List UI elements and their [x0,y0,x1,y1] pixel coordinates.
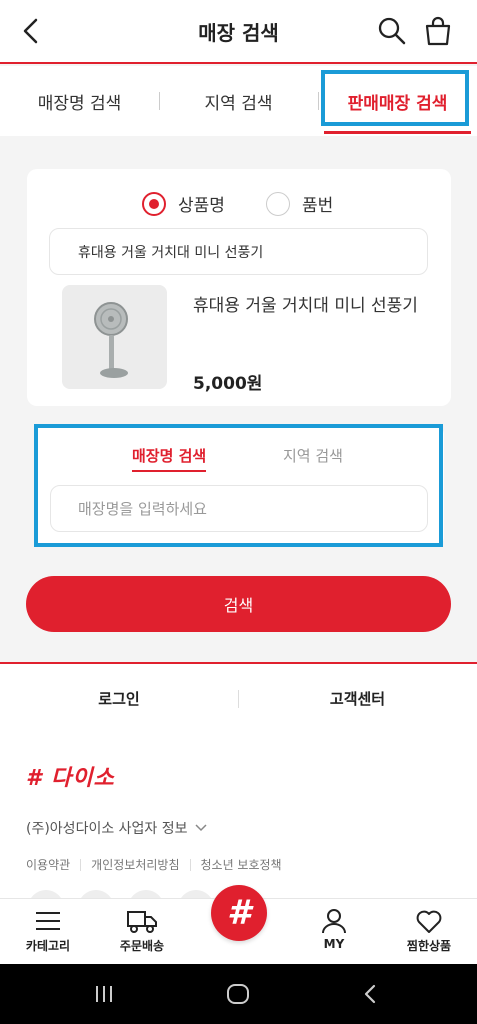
back-icon[interactable] [360,982,380,1006]
daiso-logo: # 다이소 [26,766,115,791]
mini-fan-image [94,302,128,378]
heart-icon [416,910,442,933]
privacy-policy-link[interactable]: 개인정보처리방침 [91,856,179,873]
youth-policy-link[interactable]: 청소년 보호정책 [201,856,282,873]
tab-label: 지역 검색 [204,93,273,114]
radio-label: 상품명 [178,196,225,216]
tab-store-name-search[interactable]: 매장명 검색 [0,66,159,136]
radio-label: 품번 [302,196,334,216]
system-nav-bar [0,964,477,1024]
search-type-tabs: 매장명 검색 지역 검색 판매매장 검색 [0,66,477,136]
shopping-bag-icon[interactable] [421,14,455,48]
tab-label: 매장명 검색 [37,93,122,114]
subtab-label: 지역 검색 [283,447,343,465]
tab-region-search[interactable]: 지역 검색 [159,66,318,136]
subtab-region-search[interactable]: 지역 검색 [283,445,343,466]
nav-label: MY [323,937,345,951]
product-image [62,285,167,389]
nav-label: 찜한상품 [406,939,452,953]
tab-divider [159,92,160,110]
product-name-input[interactable]: 휴대용 거울 거치대 미니 선풍기 [49,228,428,275]
search-mode-radios: 상품명 품번 [27,189,451,219]
tab-selling-store-search[interactable]: 판매매장 검색 [318,66,477,136]
nav-label: 카테고리 [25,939,71,953]
product-price: 5,000원 [193,374,263,394]
footer-links: 로그인 고객센터 [0,662,477,732]
login-link[interactable]: 로그인 [0,664,238,732]
person-icon [322,909,346,934]
nav-category[interactable]: 카테고리 [8,899,88,965]
product-name: 휴대용 거울 거치대 미니 선풍기 [193,296,418,316]
bottom-nav: 카테고리 주문배송 # MY 찜한상품 [0,885,477,965]
company-info: # 다이소 (주)아성다이소 사업자 정보 이용약관 개인정보처리방침 청소년 … [0,732,477,926]
business-info-toggle[interactable]: (주)아성다이소 사업자 정보 [26,818,208,838]
radio-dot [149,198,159,209]
customer-center-link[interactable]: 고객센터 [238,664,477,732]
radio-circle [142,191,166,216]
store-search-card: 매장명 검색 지역 검색 매장명을 입력하세요 [34,425,444,547]
search-button[interactable]: 검색 [26,576,451,632]
active-subtab-underline [132,470,207,472]
policy-divider [189,858,191,871]
tab-divider [318,92,319,110]
menu-icon [36,912,60,930]
chevron-down-icon [194,824,207,832]
nav-my[interactable]: MY [294,899,374,965]
tab-label: 판매매장 검색 [347,93,448,114]
active-tab-underline [324,131,471,134]
nav-label: 주문배송 [119,939,165,953]
truck-icon [127,911,157,933]
product-search-card: 상품명 품번 휴대용 거울 거치대 미니 선풍기 휴대용 거울 거치대 미니 선… [27,169,451,406]
radio-product-name[interactable]: 상품명 [142,191,225,216]
recent-apps-icon[interactable] [92,982,116,1006]
app-header: 매장 검색 [0,0,477,64]
business-info-label: (주)아성다이소 사업자 정보 [26,821,188,837]
nav-wishlist[interactable]: 찜한상품 [389,899,469,965]
subtab-store-name-search[interactable]: 매장명 검색 [132,445,207,472]
policy-links: 이용약관 개인정보처리방침 청소년 보호정책 [26,856,282,873]
radio-circle [266,191,290,216]
nav-order-delivery[interactable]: 주문배송 [102,899,182,965]
subtab-label: 매장명 검색 [132,447,207,465]
policy-divider [80,858,82,871]
radio-item-number[interactable]: 품번 [266,191,333,216]
home-icon[interactable] [225,982,251,1006]
home-hash-button[interactable]: # [211,885,267,941]
terms-link[interactable]: 이용약관 [26,856,70,873]
search-icon[interactable] [376,14,408,48]
store-name-input[interactable]: 매장명을 입력하세요 [50,485,428,532]
